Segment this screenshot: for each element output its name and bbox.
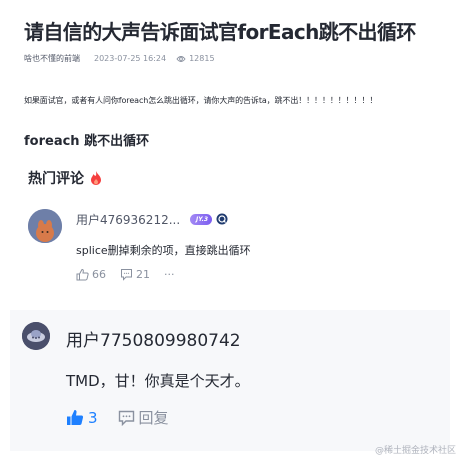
article-heading: foreach 跳不出循环 (24, 134, 150, 149)
article-meta: 啥也不懂的前端 2023-07-25 16:24 12815 (24, 53, 215, 64)
reply-label: 回复 (138, 409, 169, 427)
user-avatar[interactable] (28, 209, 62, 243)
article-title: 请自信的大声告诉面试官forEach跳不出循环 (24, 20, 416, 44)
hot-comments-title: 热门评论 (28, 171, 84, 187)
fire-icon (91, 171, 101, 185)
reply-button[interactable]: 回复 (118, 407, 169, 428)
comment-username[interactable]: 用户476936212... (76, 211, 180, 228)
comment-username[interactable]: 用户7750809980742 (66, 326, 241, 351)
comment-text: splice删掉剩余的项，直接跳出循环 (76, 244, 251, 257)
more-button[interactable]: ··· (164, 268, 175, 281)
reply-button[interactable]: 21 (120, 268, 150, 281)
level-badge: JY.3 (190, 213, 213, 225)
hot-comments-header: 热门评论 (28, 168, 102, 188)
like-button[interactable]: 66 (76, 268, 106, 281)
reply-count: 21 (136, 268, 150, 281)
author-name[interactable]: 啥也不懂的前端 (24, 53, 80, 64)
article-body: 如果面试官，或者有人问你foreach怎么跳出循环，请你大声的告诉ta，跳不出！… (24, 96, 378, 105)
thumbs-up-icon (67, 410, 84, 425)
comment-icon (121, 269, 132, 281)
watermark: @稀土掘金技术社区 (374, 446, 456, 456)
like-button[interactable]: 3 (66, 409, 98, 427)
user-badges: JY.3 (190, 213, 228, 225)
comment-actions: 3 回复 (66, 407, 169, 428)
like-count: 3 (88, 408, 98, 427)
user-avatar[interactable] (22, 322, 50, 350)
comment-actions: 66 21 ··· (76, 268, 189, 281)
views-value: 12815 (189, 54, 215, 63)
comment-text: TMD，甘！你真是个天才。 (66, 372, 250, 390)
like-count: 66 (92, 268, 106, 281)
views-count: 12815 (176, 54, 215, 63)
eye-icon (176, 55, 186, 62)
reply-card: 用户7750809980742 TMD，甘！你真是个天才。 3 回复 (10, 310, 450, 451)
comment-icon (118, 410, 134, 426)
verified-badge-icon (216, 213, 228, 225)
publish-time: 2023-07-25 16:24 (94, 54, 167, 63)
thumbs-up-icon (76, 268, 89, 281)
